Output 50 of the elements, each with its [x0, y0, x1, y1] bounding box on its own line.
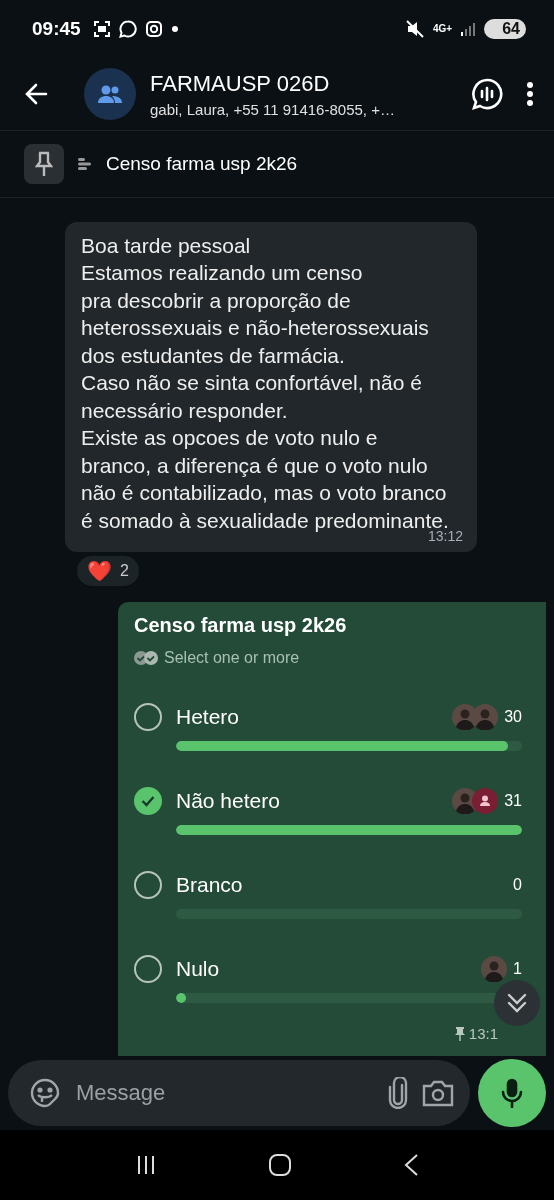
pinned-message[interactable]: Censo farma usp 2k26	[106, 153, 298, 175]
poll-option-label: Não hetero	[176, 789, 281, 813]
group-avatar[interactable]	[84, 68, 136, 120]
chat-icon	[118, 20, 137, 38]
microphone-icon	[501, 1078, 523, 1108]
battery-level: 64	[484, 19, 526, 39]
poll-hint: Select one or more	[164, 649, 300, 667]
poll-option-label: Branco	[176, 873, 244, 897]
check-icon	[141, 795, 155, 807]
signal-icon	[460, 21, 477, 37]
poll-option-radio[interactable]	[134, 787, 162, 815]
heart-emoji: ❤	[87, 560, 112, 582]
chat-title: FARMAUSP 026D	[150, 70, 331, 97]
vote-count: 31	[504, 792, 522, 810]
screenshot-icon	[92, 20, 111, 38]
camera-icon[interactable]	[422, 1079, 454, 1107]
avatar-icon	[472, 788, 499, 814]
status-time: 09:45	[32, 18, 81, 40]
poll-option-radio[interactable]	[134, 955, 162, 983]
voice-chat-icon	[470, 77, 504, 111]
vote-count: 0	[513, 876, 522, 894]
back-icon	[402, 1153, 419, 1177]
avatar-icon	[481, 956, 508, 982]
reaction-chip[interactable]: ❤ 2	[77, 556, 139, 586]
poll-option-label: Nulo	[176, 957, 221, 981]
avatar-icon	[472, 704, 499, 730]
network-label: 4G+	[433, 24, 453, 34]
vote-count: 1	[513, 960, 522, 978]
mute-icon	[405, 19, 425, 39]
double-check-icon	[134, 651, 158, 665]
group-icon	[97, 84, 123, 104]
poll-option-label: Hetero	[176, 705, 241, 729]
home-icon	[268, 1153, 292, 1177]
pin-icon	[35, 151, 53, 177]
chat-members: gabi, Laura, +55 11 91416-8055, +…	[150, 100, 396, 118]
dot-icon	[170, 25, 179, 33]
poll-title: Censo farma usp 2k26	[134, 614, 348, 637]
poll-icon	[78, 158, 92, 170]
sticker-icon	[30, 1078, 60, 1108]
message-field[interactable]: Message	[8, 1060, 470, 1126]
poll-option-radio[interactable]	[134, 703, 162, 731]
poll-option-radio[interactable]	[134, 871, 162, 899]
camera-icon	[144, 20, 163, 38]
reaction-count: 2	[120, 562, 129, 580]
more-icon	[526, 81, 534, 107]
attach-icon[interactable]	[388, 1077, 408, 1109]
pin-button[interactable]	[24, 144, 64, 184]
back-icon	[24, 81, 50, 107]
poll-time: 13:1	[468, 1025, 498, 1042]
vote-count: 30	[504, 708, 522, 726]
